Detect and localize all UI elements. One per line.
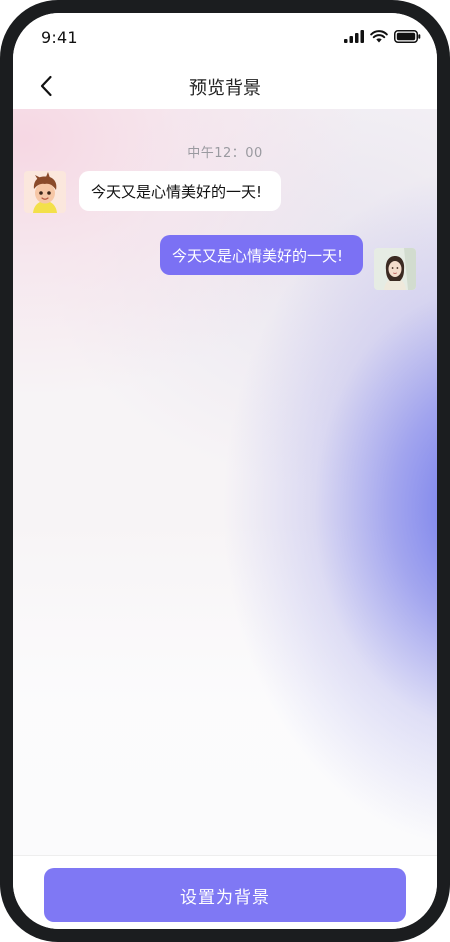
battery-icon xyxy=(394,30,421,43)
background-preview: 中午12：00 今天又是心情美好的一天! 今天又是心情美好的一天! xyxy=(13,109,437,855)
status-icons xyxy=(344,30,421,43)
boy-avatar xyxy=(24,171,66,213)
girl-avatar-illustration xyxy=(374,248,416,290)
set-as-background-button[interactable]: 设置为背景 xyxy=(44,868,406,922)
message-bubble-sent: 今天又是心情美好的一天! xyxy=(160,235,363,275)
message-bubble-received: 今天又是心情美好的一天! xyxy=(79,171,281,211)
phone-frame: 9:41 预览背景 中午12：00 今天又是心情美好的一天! 今天又是心情美好的… xyxy=(0,0,450,942)
chat-timestamp: 中午12：00 xyxy=(187,146,263,161)
signal-icon xyxy=(344,30,364,43)
status-time: 9:41 xyxy=(41,28,78,47)
boy-avatar-illustration xyxy=(24,171,66,213)
wifi-icon xyxy=(370,30,388,43)
page-title: 预览背景 xyxy=(189,78,261,99)
girl-avatar xyxy=(374,248,416,290)
bottom-bar: 设置为背景 xyxy=(13,855,437,929)
screen: 9:41 预览背景 中午12：00 今天又是心情美好的一天! 今天又是心情美好的… xyxy=(13,13,437,929)
status-bar: 9:41 xyxy=(13,13,437,63)
nav-bar: 预览背景 xyxy=(13,63,437,109)
